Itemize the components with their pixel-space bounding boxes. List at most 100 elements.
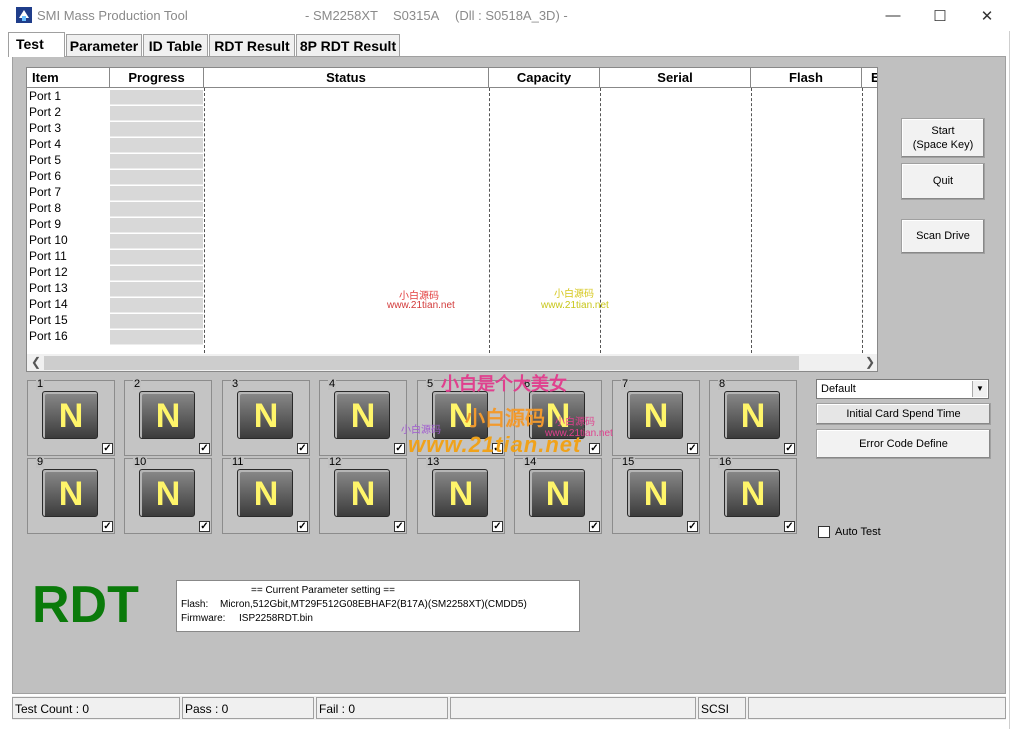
port-status-box[interactable]: 9 N ✓ [27, 456, 115, 534]
drive-icon: N [237, 469, 293, 517]
tab-parameter[interactable]: Parameter [66, 34, 142, 56]
col-item[interactable]: Item [27, 68, 110, 88]
port-status-box[interactable]: 12 N ✓ [319, 456, 407, 534]
col-flash[interactable]: Flash [751, 68, 862, 88]
port-enable-checkbox[interactable]: ✓ [199, 521, 210, 532]
port-enable-checkbox[interactable]: ✓ [784, 521, 795, 532]
tab-bar: Test Parameter ID Table RDT Result 8P RD… [8, 32, 1008, 57]
port-row[interactable]: Port 12 [27, 264, 109, 280]
col-divider [862, 88, 863, 353]
port-enable-checkbox[interactable]: ✓ [687, 443, 698, 454]
drive-letter: N [58, 397, 84, 435]
dropdown-arrow-icon[interactable]: ▼ [972, 381, 987, 397]
col-divider [489, 88, 490, 353]
port-row[interactable]: Port 16 [27, 328, 109, 344]
scroll-right-icon[interactable]: ❯ [865, 355, 875, 369]
progress-cell [110, 314, 203, 329]
tab-id-table[interactable]: ID Table [143, 34, 208, 56]
scroll-thumb[interactable] [44, 356, 799, 370]
port-row[interactable]: Port 1 [27, 88, 109, 104]
port-status-box[interactable]: 11 N ✓ [222, 456, 310, 534]
port-enable-checkbox[interactable]: ✓ [199, 443, 210, 454]
port-enable-checkbox[interactable]: ✓ [492, 521, 503, 532]
port-enable-checkbox[interactable]: ✓ [394, 521, 405, 532]
quit-button[interactable]: Quit [901, 163, 985, 200]
port-enable-checkbox[interactable]: ✓ [589, 443, 600, 454]
port-enable-checkbox[interactable]: ✓ [687, 521, 698, 532]
auto-test-checkbox[interactable] [818, 526, 830, 538]
watermark-small: 小白源码 [554, 289, 594, 300]
port-status-box[interactable]: 15 N ✓ [612, 456, 700, 534]
progress-cell [110, 90, 203, 105]
port-row[interactable]: Port 5 [27, 152, 109, 168]
port-row[interactable]: Port 15 [27, 312, 109, 328]
col-serial[interactable]: Serial [600, 68, 751, 88]
port-row[interactable]: Port 7 [27, 184, 109, 200]
error-code-define-button[interactable]: Error Code Define [816, 429, 991, 459]
port-enable-checkbox[interactable]: ✓ [297, 521, 308, 532]
status-extra [748, 697, 1006, 719]
tab-8p-rdt-result[interactable]: 8P RDT Result [296, 34, 400, 56]
preset-select[interactable]: Default ▼ [816, 379, 989, 399]
minimize-button[interactable]: — [870, 0, 916, 31]
start-button-hint: (Space Key) [912, 139, 974, 151]
port-row[interactable]: Port 10 [27, 232, 109, 248]
drive-letter: N [740, 397, 766, 435]
port-status-box[interactable]: 13 N ✓ [417, 456, 505, 534]
progress-cell [110, 330, 203, 345]
progress-cell [110, 298, 203, 313]
port-status-box[interactable]: 8 N ✓ [709, 378, 797, 456]
port-status-box[interactable]: 4 N ✓ [319, 378, 407, 456]
drive-icon: N [724, 469, 780, 517]
port-number: 8 [718, 378, 727, 390]
initial-card-spend-time-button[interactable]: Initial Card Spend Time [816, 403, 991, 425]
port-row[interactable]: Port 3 [27, 120, 109, 136]
col-progress[interactable]: Progress [110, 68, 204, 88]
port-status-box[interactable]: 16 N ✓ [709, 456, 797, 534]
scroll-left-icon[interactable]: ❮ [31, 355, 41, 369]
port-enable-checkbox[interactable]: ✓ [102, 443, 113, 454]
port-row[interactable]: Port 13 [27, 280, 109, 296]
port-enable-checkbox[interactable]: ✓ [589, 521, 600, 532]
status-fail: Fail : 0 [316, 697, 448, 719]
port-number: 7 [621, 378, 630, 390]
col-e[interactable]: E [862, 68, 877, 88]
col-divider [751, 88, 752, 353]
port-row[interactable]: Port 4 [27, 136, 109, 152]
progress-cell [110, 186, 203, 201]
watermark-small: www.21tian.net [545, 428, 613, 439]
progress-cell [110, 154, 203, 169]
port-number: 3 [231, 378, 240, 390]
port-row[interactable]: Port 8 [27, 200, 109, 216]
port-number: 9 [36, 456, 45, 468]
port-row[interactable]: Port 6 [27, 168, 109, 184]
port-row[interactable]: Port 9 [27, 216, 109, 232]
port-status-box[interactable]: 1 N ✓ [27, 378, 115, 456]
tab-rdt-result[interactable]: RDT Result [209, 34, 295, 56]
port-enable-checkbox[interactable]: ✓ [102, 521, 113, 532]
param-flash-value: Micron,512Gbit,MT29F512G08EBHAF2(B17A)(S… [220, 599, 527, 610]
tab-test[interactable]: Test [8, 32, 65, 57]
port-status-box[interactable]: 10 N ✓ [124, 456, 212, 534]
start-button[interactable]: Start (Space Key) [901, 118, 985, 158]
status-blank [450, 697, 696, 719]
port-status-box[interactable]: 14 N ✓ [514, 456, 602, 534]
auto-test-label: Auto Test [835, 526, 881, 538]
port-row[interactable]: Port 11 [27, 248, 109, 264]
scan-drive-button[interactable]: Scan Drive [901, 219, 985, 254]
drive-letter: N [253, 475, 279, 513]
port-status-box[interactable]: 3 N ✓ [222, 378, 310, 456]
port-enable-checkbox[interactable]: ✓ [297, 443, 308, 454]
col-capacity[interactable]: Capacity [489, 68, 600, 88]
close-button[interactable]: ✕ [964, 0, 1010, 31]
port-status-box[interactable]: 7 N ✓ [612, 378, 700, 456]
port-status-box[interactable]: 2 N ✓ [124, 378, 212, 456]
col-status[interactable]: Status [204, 68, 489, 88]
port-number: 15 [621, 456, 636, 468]
progress-cell [110, 138, 203, 153]
maximize-button[interactable]: ☐ [917, 0, 963, 31]
port-row[interactable]: Port 14 [27, 296, 109, 312]
port-row[interactable]: Port 2 [27, 104, 109, 120]
port-enable-checkbox[interactable]: ✓ [784, 443, 795, 454]
port-enable-checkbox[interactable]: ✓ [394, 443, 405, 454]
